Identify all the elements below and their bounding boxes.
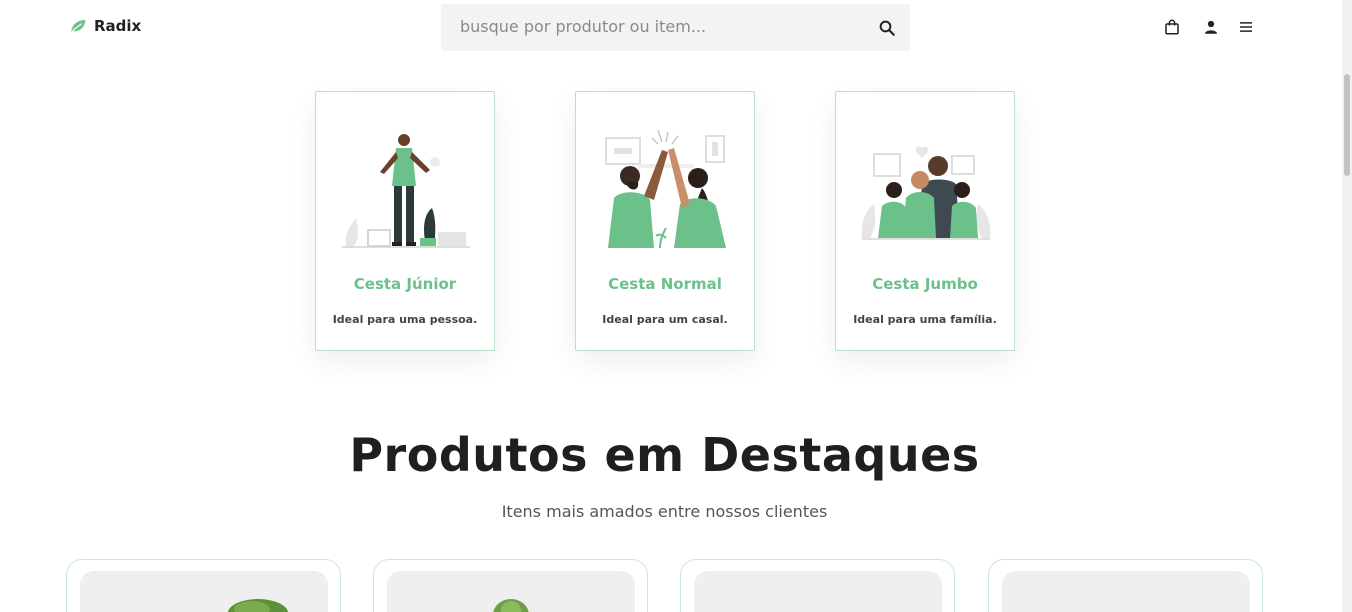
- featured-title: Produtos em Destaques: [349, 428, 980, 482]
- product-image: [1002, 571, 1250, 612]
- basket-card-normal[interactable]: Cesta Normal Ideal para um casal.: [575, 91, 755, 351]
- search-input[interactable]: busque por produtor ou item...: [460, 17, 706, 36]
- product-card[interactable]: [66, 559, 341, 612]
- brand-logo[interactable]: Radix: [69, 17, 141, 35]
- couple-illustration: [605, 129, 726, 249]
- product-image: [387, 571, 635, 612]
- basket-card-jumbo[interactable]: Cesta Jumbo Ideal para uma família.: [835, 91, 1015, 351]
- family-illustration: [861, 146, 991, 240]
- product-image: [694, 571, 942, 612]
- menu-icon[interactable]: [1237, 18, 1255, 36]
- leaf-icon: [70, 20, 86, 34]
- featured-subtitle: Itens mais amados entre nossos clientes: [501, 502, 828, 521]
- search-icon[interactable]: [878, 19, 896, 37]
- basket-description: Ideal para uma família.: [853, 313, 997, 326]
- product-card[interactable]: [680, 559, 955, 612]
- user-icon[interactable]: [1202, 18, 1220, 36]
- basket-title: Cesta Júnior: [353, 275, 457, 293]
- single-person-illustration: [342, 134, 470, 248]
- page-scrollbar[interactable]: [1342, 0, 1352, 612]
- basket-title: Cesta Jumbo: [872, 275, 978, 293]
- basket-description: Ideal para um casal.: [602, 313, 728, 326]
- basket-description: Ideal para uma pessoa.: [332, 313, 478, 326]
- search-bar[interactable]: busque por produtor ou item...: [441, 4, 910, 51]
- basket-title: Cesta Normal: [608, 275, 722, 293]
- product-image: [80, 571, 328, 612]
- scrollbar-thumb[interactable]: [1344, 74, 1350, 176]
- product-card[interactable]: [373, 559, 648, 612]
- site-header: Radix busque por produtor ou item...: [0, 0, 1342, 56]
- basket-card-junior[interactable]: Cesta Júnior Ideal para uma pessoa.: [315, 91, 495, 351]
- brand-name: Radix: [94, 17, 142, 35]
- product-card[interactable]: [988, 559, 1263, 612]
- bag-icon[interactable]: [1163, 18, 1181, 36]
